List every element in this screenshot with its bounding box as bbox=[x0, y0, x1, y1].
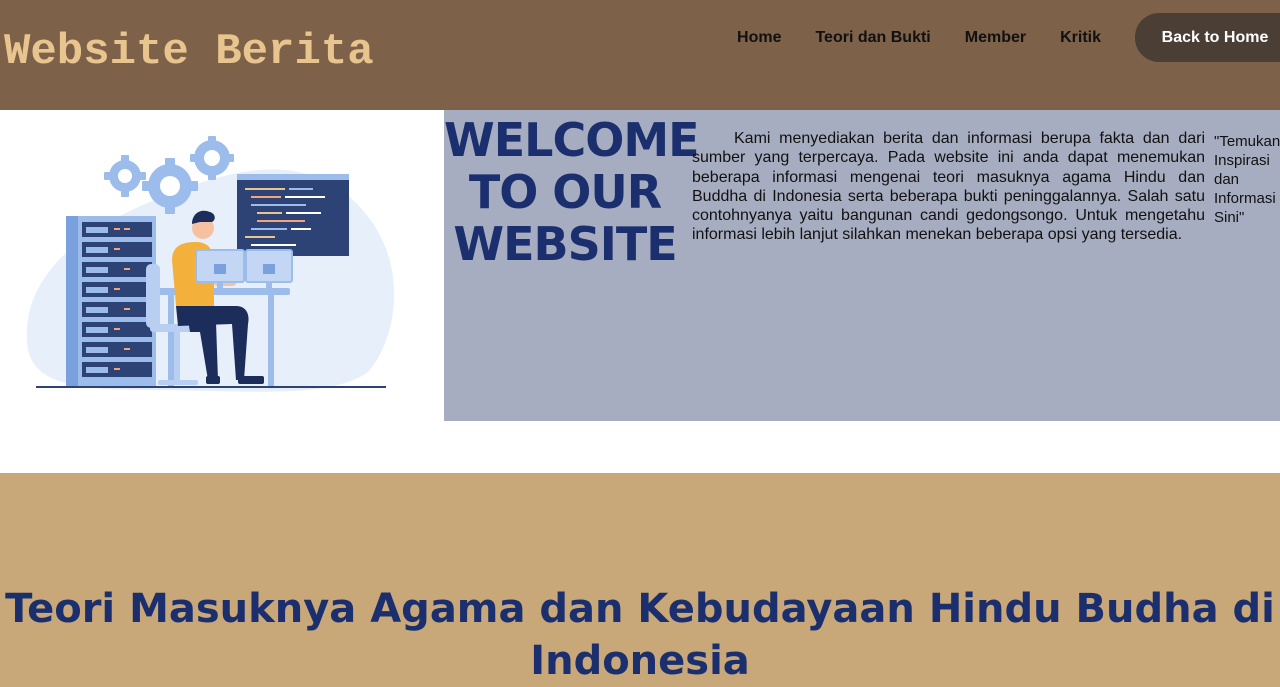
server-rack bbox=[66, 216, 156, 386]
site-header: Website Berita Home Teori dan Bukti Memb… bbox=[0, 0, 1280, 110]
theory-section: Teori Masuknya Agama dan Kebudayaan Hind… bbox=[0, 473, 1280, 687]
gear-icon bbox=[104, 155, 146, 197]
gear-icon bbox=[190, 136, 234, 180]
intro-paragraph: Kami menyediakan berita dan informasi be… bbox=[692, 130, 1205, 244]
nav-link-member[interactable]: Member bbox=[965, 29, 1026, 47]
hero-illustration bbox=[0, 110, 444, 421]
spacer bbox=[0, 421, 1280, 473]
nav-link-home[interactable]: Home bbox=[737, 29, 781, 47]
developer-server-illustration bbox=[26, 136, 395, 392]
main-nav: Home Teori dan Bukti Member Kritik Back … bbox=[737, 13, 1280, 62]
welcome-panel: WELCOME TO OUR WEBSITE Kami menyediakan … bbox=[444, 110, 1280, 421]
section-title: Teori Masuknya Agama dan Kebudayaan Hind… bbox=[5, 586, 1275, 684]
nav-link-kritik[interactable]: Kritik bbox=[1060, 29, 1101, 47]
tagline-quote: "Temukan Inspirasi dan Informasi di Sini… bbox=[1214, 133, 1280, 226]
nav-link-teori-dan-bukti[interactable]: Teori dan Bukti bbox=[815, 29, 930, 47]
back-to-home-button[interactable]: Back to Home bbox=[1135, 13, 1280, 62]
welcome-title: WELCOME TO OUR WEBSITE bbox=[444, 113, 700, 271]
code-window bbox=[237, 174, 349, 256]
site-title: Website Berita bbox=[4, 27, 374, 77]
